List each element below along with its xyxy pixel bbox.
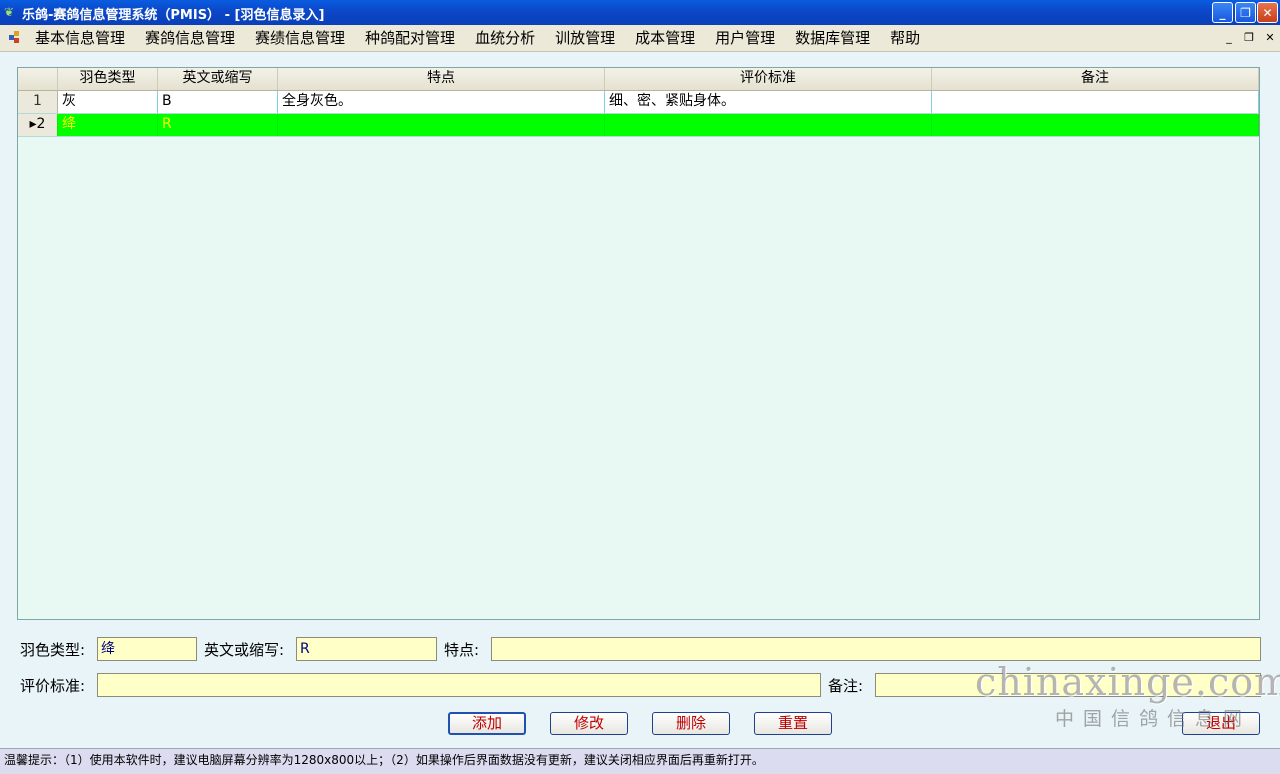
cell-feature[interactable]: 全身灰色。 [278,91,605,113]
grid-header: 羽色类型 英文或缩写 特点 评价标准 备注 [18,68,1259,91]
abbr-input[interactable]: R [296,637,437,661]
watermark-domain: chinaxinge.com [975,660,1280,704]
title-bar: ❦ 乐鸽-赛鸽信息管理系统（PMIS） - [羽色信息录入] _ ❐ ✕ [0,0,1280,25]
standard-input[interactable] [97,673,821,697]
menu-pigeon-info[interactable]: 赛鸽信息管理 [145,29,235,47]
header-rownum [18,68,58,90]
row-number[interactable]: ▸2 [18,114,58,136]
cell-color-type[interactable]: 绛 [58,114,158,136]
feature-label: 特点: [444,641,480,659]
row-number[interactable]: 1 [18,91,58,113]
menu-help[interactable]: 帮助 [890,29,920,47]
edit-button[interactable]: 修改 [550,712,628,735]
menu-cost[interactable]: 成本管理 [635,29,695,47]
color-type-input[interactable]: 绛 [97,637,197,661]
status-bar: 温馨提示：（1）使用本软件时，建议电脑屏幕分辨率为1280x800以上；（2）如… [0,748,1280,774]
cell-standard[interactable] [605,114,932,136]
mdi-restore-button[interactable]: ❐ [1242,31,1256,45]
restore-button[interactable]: ❐ [1235,2,1256,23]
header-abbr[interactable]: 英文或缩写 [158,68,278,90]
header-standard[interactable]: 评价标准 [605,68,932,90]
menu-training[interactable]: 训放管理 [555,29,615,47]
watermark-site-name: 中国信鸽信息网 [1055,708,1252,730]
delete-button[interactable]: 删除 [652,712,730,735]
header-color-type[interactable]: 羽色类型 [58,68,158,90]
table-row[interactable]: 1 灰 B 全身灰色。 细、密、紧贴身体。 [18,91,1259,114]
header-feature[interactable]: 特点 [278,68,605,90]
menu-users[interactable]: 用户管理 [715,29,775,47]
cell-feature[interactable] [278,114,605,136]
abbr-label: 英文或缩写: [204,641,285,659]
menu-database[interactable]: 数据库管理 [795,29,870,47]
cell-abbr[interactable]: R [158,114,278,136]
note-label: 备注: [828,677,864,695]
color-type-label: 羽色类型: [20,641,86,659]
app-logo-icon: ❦ [4,5,15,19]
color-data-grid[interactable]: 羽色类型 英文或缩写 特点 评价标准 备注 1 灰 B 全身灰色。 细、密、紧贴… [17,67,1260,620]
cell-note[interactable] [932,91,1259,113]
close-button[interactable]: ✕ [1257,2,1278,23]
minimize-button[interactable]: _ [1212,2,1233,23]
cell-note[interactable] [932,114,1259,136]
window-title: 乐鸽-赛鸽信息管理系统（PMIS） - [羽色信息录入] [22,8,325,23]
menu-breeding-pairs[interactable]: 种鸽配对管理 [365,29,455,47]
menu-bar: 基本信息管理 赛鸽信息管理 赛绩信息管理 种鸽配对管理 血统分析 训放管理 成本… [0,25,1280,52]
standard-label: 评价标准: [20,677,86,695]
add-button[interactable]: 添加 [448,712,526,735]
header-note[interactable]: 备注 [932,68,1259,90]
cell-standard[interactable]: 细、密、紧贴身体。 [605,91,932,113]
cell-color-type[interactable]: 灰 [58,91,158,113]
mdi-minimize-button[interactable]: _ [1222,31,1236,45]
menu-race-results[interactable]: 赛绩信息管理 [255,29,345,47]
feature-input[interactable] [491,637,1261,661]
mdi-child-icon[interactable] [9,31,23,45]
cell-abbr[interactable]: B [158,91,278,113]
reset-button[interactable]: 重置 [754,712,832,735]
menu-basic-info[interactable]: 基本信息管理 [35,29,125,47]
table-row-selected[interactable]: ▸2 绛 R [18,114,1259,137]
mdi-close-button[interactable]: ✕ [1263,31,1277,45]
menu-items: 基本信息管理 赛鸽信息管理 赛绩信息管理 种鸽配对管理 血统分析 训放管理 成本… [35,29,920,47]
menu-pedigree[interactable]: 血统分析 [475,29,535,47]
